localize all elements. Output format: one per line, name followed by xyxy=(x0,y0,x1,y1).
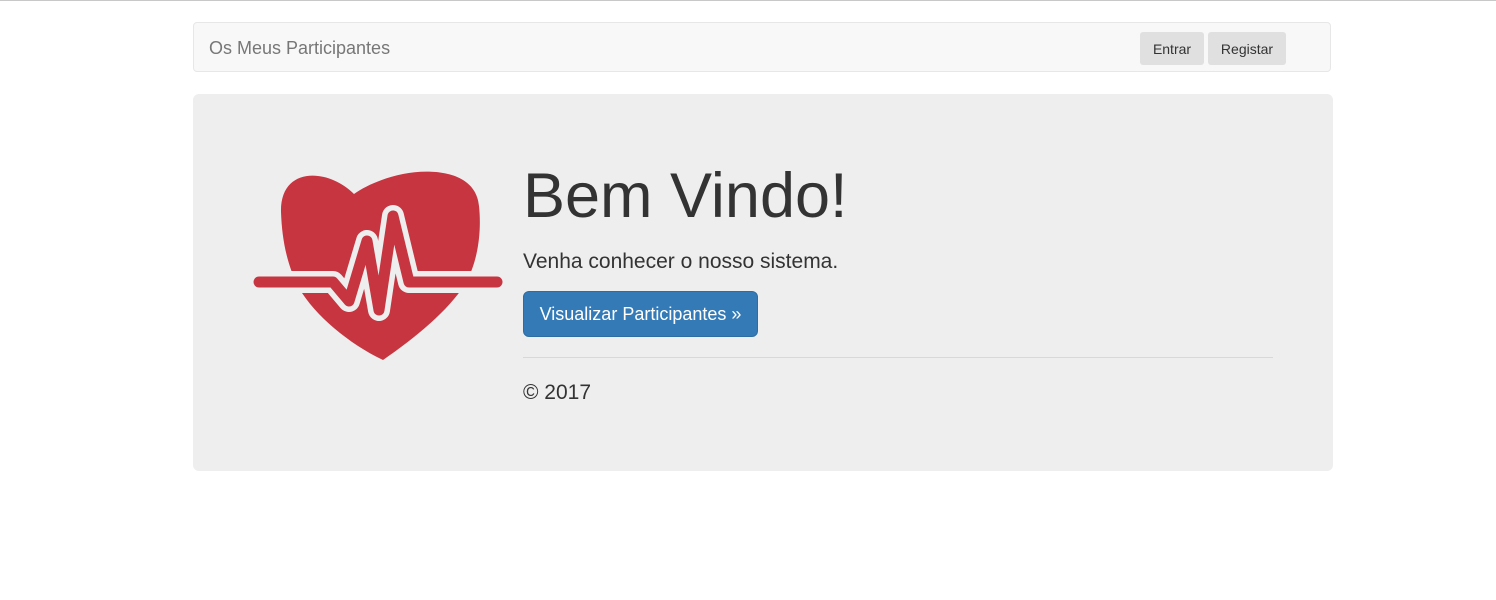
top-border xyxy=(0,0,1496,1)
heartbeat-icon xyxy=(253,171,503,360)
copyright-text: © 2017 xyxy=(523,381,592,404)
register-button[interactable]: Registar xyxy=(1208,32,1286,65)
login-button[interactable]: Entrar xyxy=(1140,32,1204,65)
lead-text: Venha conhecer o nosso sistema. xyxy=(523,250,839,273)
navbar: Os Meus Participantes Entrar Registar xyxy=(193,22,1331,72)
divider xyxy=(523,357,1273,358)
hero-panel: Bem Vindo! Venha conhecer o nosso sistem… xyxy=(193,94,1333,471)
brand-link[interactable]: Os Meus Participantes xyxy=(209,23,390,73)
welcome-title: Bem Vindo! xyxy=(523,161,848,231)
view-participants-button[interactable]: Visualizar Participantes » xyxy=(523,291,758,337)
